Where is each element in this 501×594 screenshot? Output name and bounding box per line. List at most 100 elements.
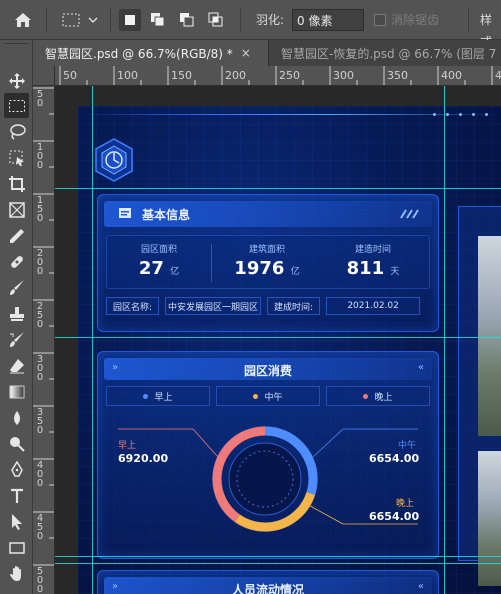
ruler-label: 400 (441, 69, 462, 82)
ruler-label: 4 5 0 (36, 513, 44, 542)
consumption-panel: » 园区消费 « 早上 中午 晚上 早上 6920.00 中午 6654.00 … (97, 351, 439, 559)
panel-title: 人员流动情况 (231, 583, 304, 594)
gradient-tool-icon[interactable] (4, 379, 29, 404)
guide-line[interactable] (55, 556, 501, 557)
rectangular-marquee-tool-icon[interactable] (4, 93, 29, 118)
healing-brush-tool-icon[interactable] (4, 249, 29, 274)
panel-title-bar: » 人员流动情况 « (104, 577, 432, 594)
stat-label: 建筑面积 (248, 245, 285, 255)
brush-tool-icon[interactable] (4, 275, 29, 300)
panel-title-bar: 基本信息 (104, 201, 432, 227)
morning-label: 早上 (118, 441, 137, 451)
stat-unit: 亿 (170, 267, 180, 277)
evening-label: 晚上 (396, 499, 415, 509)
flow-panel: » 人员流动情况 « (97, 570, 439, 594)
clone-stamp-tool-icon[interactable] (4, 301, 29, 326)
stat-number: 811 (346, 258, 385, 279)
stat-building: 建筑面积 1976 亿 (215, 242, 319, 279)
chevron-left-icon: « (417, 581, 424, 592)
pen-tool-icon[interactable] (4, 457, 29, 482)
frame-tool-icon[interactable] (4, 197, 29, 222)
style-label[interactable]: 样式 (480, 9, 501, 49)
new-selection-icon[interactable] (119, 9, 141, 31)
close-icon[interactable]: × (241, 46, 251, 60)
stats-row: 园区面积 27 亿 建筑面积 1976 亿 建造时间 811 天 (106, 235, 430, 289)
stat-unit: 亿 (290, 267, 300, 277)
park-name-value: 中安发展园区一期园区 (165, 297, 262, 315)
ruler-label: 350 (387, 69, 408, 82)
building-photo (478, 236, 501, 436)
horizontal-ruler[interactable]: 0 50 100 150 200 250 300 350 400 450 (55, 66, 501, 86)
doc-icon (119, 208, 131, 218)
blur-tool-icon[interactable] (4, 405, 29, 430)
ruler-label: 250 (279, 69, 300, 82)
slash-decoration-icon (400, 209, 419, 219)
ruler-label: 150 (171, 69, 192, 82)
guide-line[interactable] (55, 188, 501, 189)
photoshop-window: 羽化: 消除锯齿 样式 (0, 0, 501, 594)
rectangle-tool-icon[interactable] (4, 535, 29, 560)
vertical-ruler[interactable]: 5 0 1 0 0 1 5 0 2 0 0 2 5 0 3 0 0 3 5 0 … (33, 86, 55, 594)
ruler-label: 5 0 0 (36, 566, 44, 594)
ruler-label: 1 5 0 (36, 195, 44, 224)
info-row: 园区名称: 中安发展园区一期园区 建成时间: 2021.02.02 (106, 297, 430, 317)
ruler-label: 4 0 0 (36, 460, 44, 489)
add-selection-icon[interactable] (147, 9, 169, 31)
stat-value: 27 亿 (107, 258, 211, 279)
panel-title: 基本信息 (142, 208, 191, 222)
type-tool-icon[interactable] (4, 483, 29, 508)
crop-tool-icon[interactable] (4, 171, 29, 196)
build-time-value: 2021.02.02 (326, 297, 421, 315)
ruler-label: 100 (117, 69, 138, 82)
stat-number: 27 (138, 258, 164, 279)
decoration-dots (433, 113, 488, 116)
noon-value: 6654.00 (369, 452, 420, 465)
stat-time: 建造时间 811 天 (321, 242, 425, 279)
tab-document-1[interactable]: 智慧园区.psd @ 66.7%(RGB/8) * × (33, 40, 268, 66)
building-photo (478, 451, 501, 586)
document-canvas[interactable]: 基本信息 园区面积 27 亿 建筑面积 1976 亿 建造时间 811 天 园区… (78, 106, 501, 594)
object-selection-tool-icon[interactable] (4, 145, 29, 170)
path-selection-tool-icon[interactable] (4, 509, 29, 534)
ruler-label: 1 0 0 (36, 142, 44, 171)
stat-value: 1976 亿 (215, 258, 319, 279)
stat-value: 811 天 (321, 258, 425, 279)
canvas-area[interactable]: 基本信息 园区面积 27 亿 建筑面积 1976 亿 建造时间 811 天 园区… (55, 86, 501, 594)
options-bar: 羽化: 消除锯齿 样式 (0, 0, 501, 49)
history-brush-tool-icon[interactable] (4, 327, 29, 352)
intersect-selection-icon[interactable] (205, 9, 227, 31)
marquee-preset-icon[interactable] (58, 8, 102, 32)
guide-line[interactable] (55, 337, 501, 338)
guide-line[interactable] (55, 563, 501, 564)
ruler-label: 5 0 (36, 89, 44, 109)
stat-label: 建造时间 (354, 245, 391, 255)
subtract-selection-icon[interactable] (176, 9, 198, 31)
ruler-label: 200 (225, 69, 246, 82)
guide-line[interactable] (444, 86, 445, 594)
dodge-tool-icon[interactable] (4, 431, 29, 456)
hand-tool-icon[interactable] (4, 561, 29, 586)
guide-line[interactable] (92, 86, 93, 594)
stat-unit: 天 (390, 267, 400, 277)
eraser-tool-icon[interactable] (4, 353, 29, 378)
park-name-label: 园区名称: (106, 297, 160, 315)
tab-label: 智慧园区.psd @ 66.7%(RGB/8) * (45, 46, 233, 61)
document-tabs: 智慧园区.psd @ 66.7%(RGB/8) * × 智慧园区-恢复的.psd… (33, 40, 501, 66)
ruler-label: 450 (495, 69, 501, 82)
move-tool-icon[interactable] (4, 68, 29, 93)
lasso-tool-icon[interactable] (4, 119, 29, 144)
eyedropper-tool-icon[interactable] (4, 223, 29, 248)
tab-label: 智慧园区-恢复的.psd @ 66.7% (图层 7 (281, 46, 497, 61)
feather-input[interactable] (292, 9, 364, 31)
ruler-label: 2 0 0 (36, 248, 44, 277)
stat-number: 1976 (234, 258, 285, 279)
basic-info-panel: 基本信息 园区面积 27 亿 建筑面积 1976 亿 建造时间 811 天 园区… (97, 194, 439, 332)
antialias-checkbox[interactable]: 消除锯齿 (374, 11, 439, 28)
ruler-label: 2 5 0 (36, 301, 44, 330)
ruler-label: 50 (63, 69, 77, 82)
ruler-label: 3 0 0 (36, 354, 44, 383)
evening-value: 6654.00 (369, 510, 420, 523)
morning-value: 6920.00 (118, 452, 169, 465)
home-icon[interactable] (8, 8, 38, 32)
tab-document-2[interactable]: 智慧园区-恢复的.psd @ 66.7% (图层 7 (268, 40, 501, 66)
